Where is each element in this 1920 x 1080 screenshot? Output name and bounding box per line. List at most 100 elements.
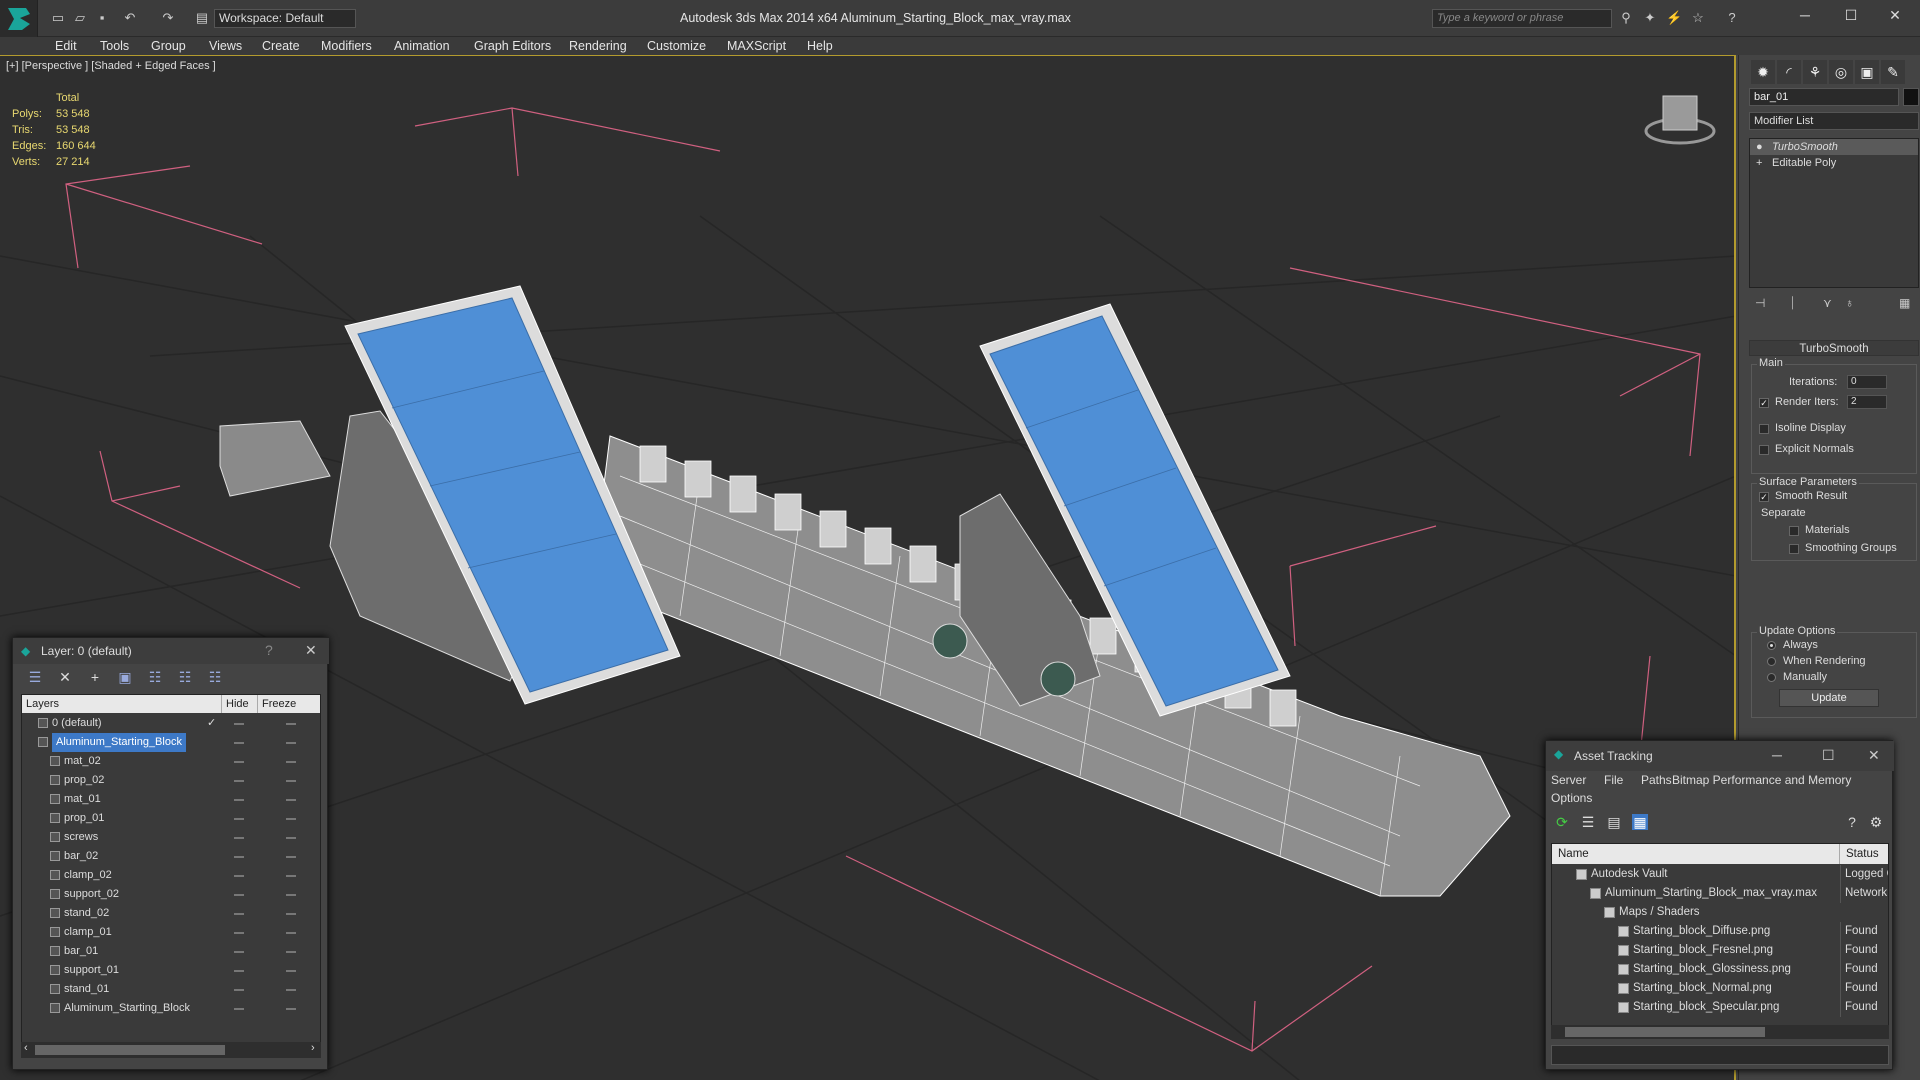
- explicit-normals-checkbox[interactable]: [1759, 445, 1769, 455]
- menu-create[interactable]: Create: [262, 37, 300, 55]
- stack-item-editable-poly[interactable]: + Editable Poly: [1750, 155, 1918, 171]
- save-file-icon[interactable]: ▪: [94, 10, 110, 26]
- layer-name[interactable]: screws: [64, 828, 98, 847]
- layer-row[interactable]: clamp_01: [22, 923, 320, 942]
- update-button[interactable]: Update: [1779, 689, 1879, 707]
- highlight-layer-icon[interactable]: ☷: [147, 669, 163, 685]
- asset-row[interactable]: Autodesk Vault Logged O: [1552, 865, 1888, 884]
- viewport-label[interactable]: [+] [Perspective ] [Shaded + Edged Faces…: [6, 60, 216, 72]
- freeze-toggle[interactable]: [286, 875, 296, 877]
- layer-row[interactable]: stand_02: [22, 904, 320, 923]
- add-to-layer-icon[interactable]: +: [87, 669, 103, 685]
- column-hide[interactable]: Hide: [222, 695, 258, 713]
- menu-modifiers[interactable]: Modifiers: [321, 37, 372, 55]
- asset-menu-bitmap[interactable]: Bitmap Performance and Memory: [1672, 773, 1851, 787]
- column-status[interactable]: Status: [1840, 844, 1888, 864]
- asset-menu-paths[interactable]: Paths: [1641, 773, 1672, 787]
- create-tab-icon[interactable]: ✹: [1751, 60, 1775, 84]
- layer-row[interactable]: clamp_02: [22, 866, 320, 885]
- layer-horizontal-scrollbar[interactable]: ‹ ›: [21, 1042, 321, 1058]
- hide-toggle[interactable]: [234, 1008, 244, 1010]
- freeze-toggle[interactable]: [286, 799, 296, 801]
- render-iters-checkbox[interactable]: ✓: [1759, 398, 1769, 408]
- asset-help-icon[interactable]: ?: [1844, 814, 1860, 830]
- layer-row[interactable]: stand_01: [22, 980, 320, 999]
- layer-row[interactable]: mat_02: [22, 752, 320, 771]
- layer-name[interactable]: prop_02: [64, 771, 104, 790]
- menu-graph-editors[interactable]: Graph Editors: [474, 37, 551, 55]
- asset-row[interactable]: Maps / Shaders: [1552, 903, 1888, 922]
- menu-help[interactable]: Help: [807, 37, 833, 55]
- freeze-toggle[interactable]: [286, 723, 296, 725]
- layer-row[interactable]: prop_01: [22, 809, 320, 828]
- hide-toggle[interactable]: [234, 742, 244, 744]
- layer-row[interactable]: Aluminum_Starting_Block: [22, 733, 320, 752]
- layer-row[interactable]: screws: [22, 828, 320, 847]
- undo-icon[interactable]: ↶: [122, 10, 138, 26]
- freeze-toggle[interactable]: [286, 913, 296, 915]
- list-view-icon[interactable]: ☰: [1580, 814, 1596, 830]
- iterations-spinner[interactable]: 0: [1847, 375, 1887, 389]
- asset-row[interactable]: Starting_block_Normal.png Found: [1552, 979, 1888, 998]
- smooth-result-checkbox[interactable]: ✓: [1759, 492, 1769, 502]
- render-iters-spinner[interactable]: 2: [1847, 395, 1887, 409]
- when-rendering-radio[interactable]: [1767, 657, 1776, 666]
- stack-item-turbosmooth[interactable]: ● TurboSmooth: [1750, 139, 1918, 155]
- freeze-toggle[interactable]: [286, 932, 296, 934]
- redo-icon[interactable]: ↷: [160, 10, 176, 26]
- asset-row[interactable]: Starting_block_Diffuse.png Found: [1552, 922, 1888, 941]
- asset-close-icon[interactable]: ✕: [1868, 747, 1880, 764]
- manually-radio[interactable]: [1767, 673, 1776, 682]
- create-layer-icon[interactable]: ☰: [27, 669, 43, 685]
- menu-group[interactable]: Group: [151, 37, 186, 55]
- asset-window-titlebar[interactable]: ◆ Asset Tracking ─ ☐ ✕: [1546, 741, 1894, 771]
- hide-toggle[interactable]: [234, 818, 244, 820]
- freeze-toggle[interactable]: [286, 970, 296, 972]
- asset-menu-server[interactable]: Server: [1551, 773, 1586, 787]
- freeze-toggle[interactable]: [286, 742, 296, 744]
- modifier-list-dropdown[interactable]: Modifier List: [1749, 112, 1919, 130]
- binoculars-icon[interactable]: ⚲: [1618, 10, 1634, 26]
- hide-toggle[interactable]: [234, 837, 244, 839]
- thumbnail-view-icon[interactable]: ▤: [1606, 814, 1622, 830]
- hide-toggle[interactable]: [234, 913, 244, 915]
- layer-close-icon[interactable]: ✕: [305, 642, 317, 659]
- table-view-icon[interactable]: ▦: [1632, 814, 1648, 830]
- freeze-toggle[interactable]: [286, 780, 296, 782]
- hide-all-layers-icon[interactable]: ☷: [177, 669, 193, 685]
- layer-name[interactable]: 0 (default): [52, 714, 102, 733]
- layer-name[interactable]: Aluminum_Starting_Block: [52, 733, 186, 752]
- always-radio[interactable]: [1767, 641, 1776, 650]
- configure-sets-icon[interactable]: ▦: [1899, 296, 1910, 310]
- layer-name[interactable]: stand_01: [64, 980, 109, 999]
- communication-icon[interactable]: ⚡: [1666, 10, 1682, 26]
- expand-plus-icon[interactable]: +: [1756, 155, 1762, 171]
- isoline-display-checkbox[interactable]: [1759, 424, 1769, 434]
- layer-window-titlebar[interactable]: ◆ Layer: 0 (default) ? ✕: [13, 638, 329, 664]
- hide-toggle[interactable]: [234, 875, 244, 877]
- hide-toggle[interactable]: [234, 723, 244, 725]
- layer-row[interactable]: bar_01: [22, 942, 320, 961]
- delete-layer-icon[interactable]: ✕: [57, 669, 73, 685]
- hide-toggle[interactable]: [234, 894, 244, 896]
- search-input[interactable]: Type a keyword or phrase: [1432, 9, 1612, 28]
- motion-tab-icon[interactable]: ◎: [1829, 60, 1853, 84]
- freeze-toggle[interactable]: [286, 818, 296, 820]
- minimize-icon[interactable]: ─: [1790, 4, 1820, 26]
- menu-views[interactable]: Views: [209, 37, 242, 55]
- asset-settings-icon[interactable]: ⚙: [1868, 814, 1884, 830]
- lightbulb-icon[interactable]: ●: [1756, 139, 1763, 155]
- smoothing-groups-checkbox[interactable]: [1789, 544, 1799, 554]
- select-objects-icon[interactable]: ▣: [117, 669, 133, 685]
- freeze-toggle[interactable]: [286, 989, 296, 991]
- freeze-toggle[interactable]: [286, 761, 296, 763]
- refresh-icon[interactable]: ⟳: [1554, 814, 1570, 830]
- open-file-icon[interactable]: ▱: [72, 10, 88, 26]
- layer-row[interactable]: Aluminum_Starting_Block: [22, 999, 320, 1018]
- freeze-toggle[interactable]: [286, 894, 296, 896]
- layer-row[interactable]: prop_02: [22, 771, 320, 790]
- make-unique-icon[interactable]: ⋎: [1823, 296, 1832, 310]
- asset-minimize-icon[interactable]: ─: [1772, 747, 1782, 763]
- layer-row[interactable]: bar_02: [22, 847, 320, 866]
- app-logo-button[interactable]: [0, 0, 38, 37]
